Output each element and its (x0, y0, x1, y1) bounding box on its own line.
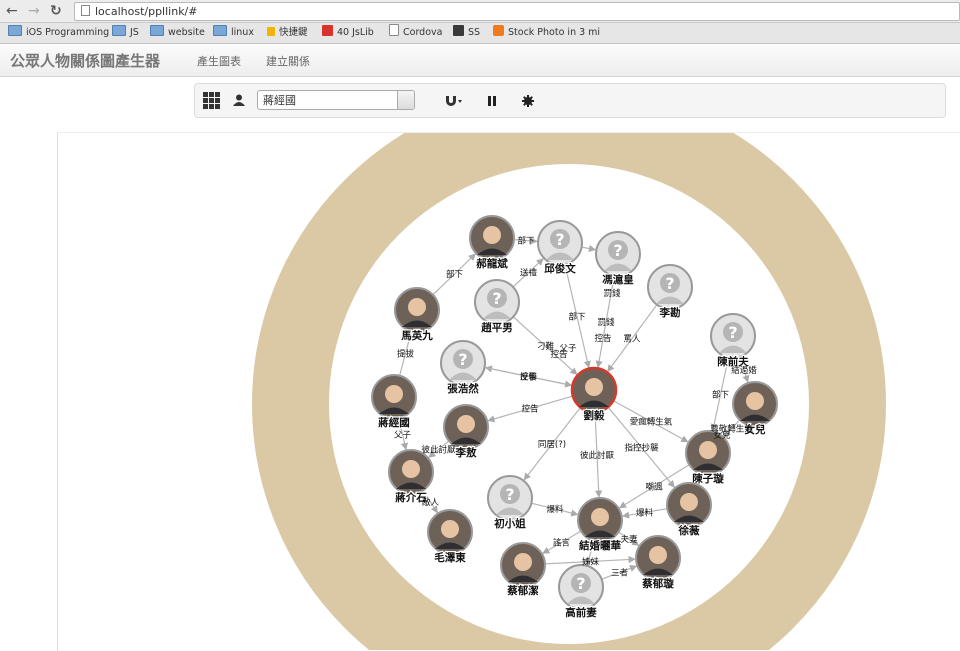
graph-canvas (57, 132, 960, 651)
folder-icon (150, 25, 164, 36)
nav-create-relation[interactable]: 建立關係 (266, 53, 310, 69)
bookmark-item[interactable]: 快捷鍵 (267, 23, 308, 43)
bookmark-label: SS (468, 27, 481, 38)
bookmark-label: linux (231, 27, 254, 38)
magnet-icon[interactable] (445, 95, 463, 107)
browser-url-bar: ← → ↻ localhost/ppllink/# (0, 0, 960, 23)
ss-icon (453, 25, 464, 36)
bookmark-item[interactable]: Cordova (389, 23, 442, 43)
forward-arrow-icon[interactable]: → (28, 2, 40, 20)
bookmark-label: 快捷鍵 (279, 27, 308, 38)
bookmark-item[interactable]: linux (213, 23, 254, 43)
folder-icon (8, 25, 22, 36)
bookmarks-bar: iOS Programming JS website linux 快捷鍵 40 JsLib… (0, 23, 960, 44)
nav-generate-chart[interactable]: 產生圖表 (197, 53, 241, 69)
bookmark-label: website (168, 27, 205, 38)
app-brand[interactable]: 公眾人物關係圖產生器 (10, 50, 160, 71)
s-icon (322, 25, 333, 36)
bookmark-item[interactable]: Stock Photo in 3 mi (493, 23, 600, 43)
folder-icon (112, 25, 126, 36)
bookmark-label: 40 JsLib (337, 27, 374, 38)
bookmark-label: iOS Programming (26, 27, 110, 38)
grid-icon[interactable] (203, 92, 221, 110)
bookmark-label: JS (130, 27, 139, 38)
gear-icon[interactable] (522, 95, 534, 107)
bookmark-item[interactable]: iOS Programming (8, 23, 109, 43)
person-select[interactable]: 蔣經國 (257, 90, 415, 110)
bookmark-item[interactable]: SS (453, 23, 480, 43)
select-arrow-icon (397, 91, 414, 109)
bookmark-item[interactable]: JS (112, 23, 139, 43)
folder-icon (213, 25, 227, 36)
bookmark-item[interactable]: 40 JsLib (322, 23, 374, 43)
page-icon (81, 5, 90, 16)
bookmark-item[interactable]: website (150, 23, 205, 43)
address-input[interactable]: localhost/ppllink/# (74, 2, 960, 21)
bookmark-label: Stock Photo in 3 mi (508, 27, 601, 38)
reload-icon[interactable]: ↻ (50, 2, 62, 20)
person-icon[interactable] (233, 94, 245, 106)
bookmark-label: Cordova (403, 27, 443, 38)
bolt-icon (267, 27, 275, 36)
graph-toolbar: 蔣經國 (194, 83, 946, 118)
pause-icon[interactable] (488, 96, 496, 106)
app-navbar: 公眾人物關係圖產生器 產生圖表 建立關係 (0, 44, 960, 77)
back-arrow-icon[interactable]: ← (6, 2, 18, 20)
page-icon (389, 24, 399, 36)
blogger-icon (493, 25, 504, 36)
